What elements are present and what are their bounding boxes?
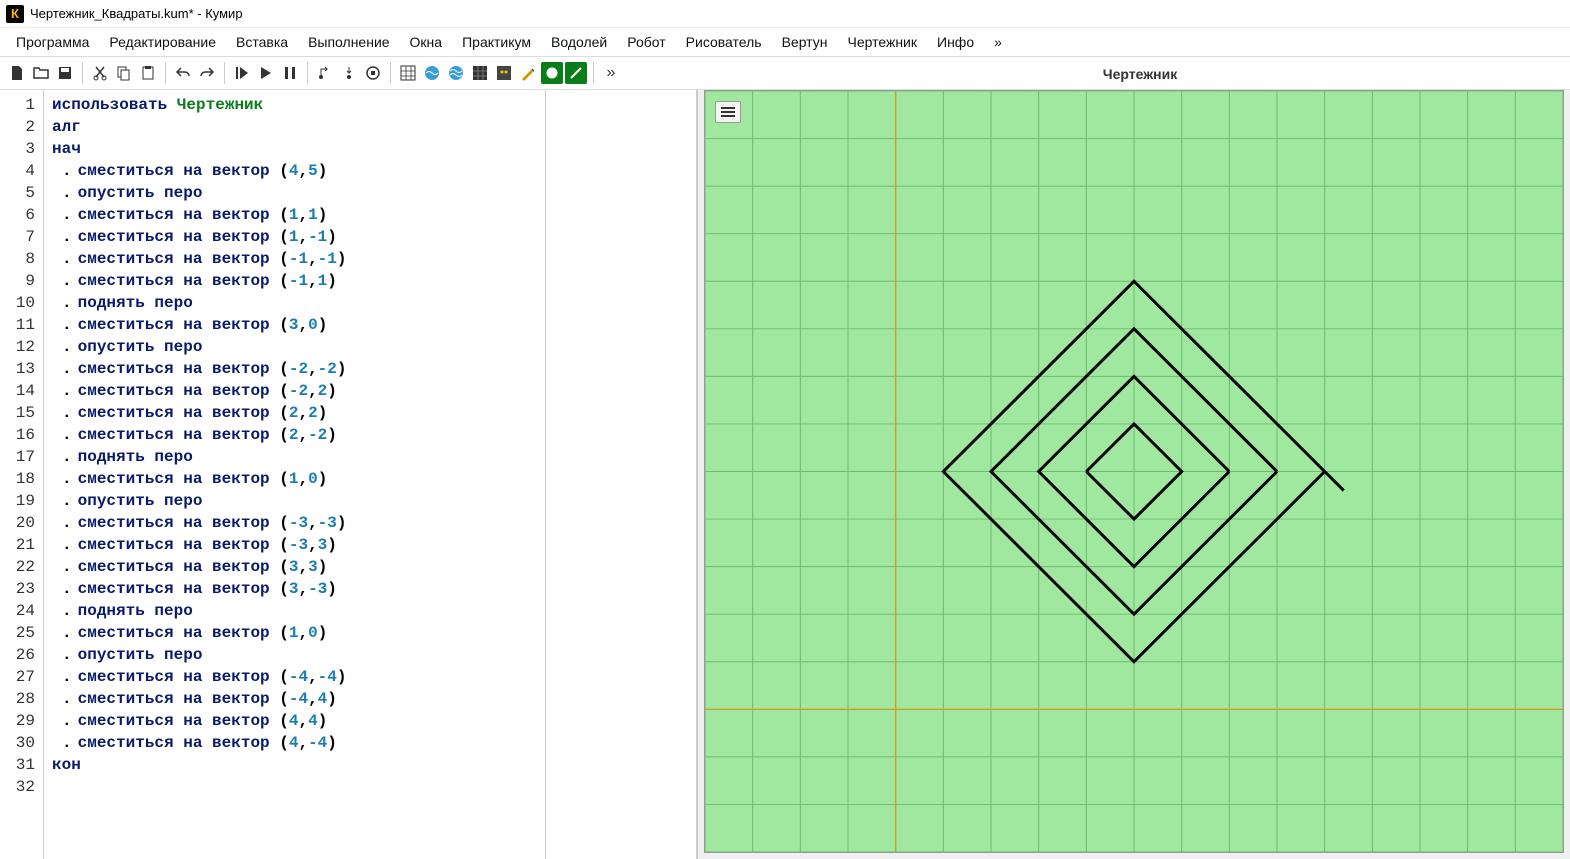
code-line[interactable]: .сместиться на вектор (4,-4) xyxy=(52,732,537,754)
code-line[interactable]: .сместиться на вектор (1,0) xyxy=(52,622,537,644)
menu-6[interactable]: Водолей xyxy=(543,31,615,53)
redo-icon[interactable] xyxy=(196,62,218,84)
menu-0[interactable]: Программа xyxy=(8,31,97,53)
play-icon[interactable] xyxy=(255,62,277,84)
copy-icon[interactable] xyxy=(113,62,135,84)
toolbar-overflow-icon[interactable]: » xyxy=(600,62,622,84)
actor-water2-icon[interactable] xyxy=(445,62,467,84)
menu-5[interactable]: Практикум xyxy=(454,31,539,53)
titlebar: К Чертежник_Квадраты.kum* - Кумир xyxy=(0,0,1570,28)
code-line[interactable]: .сместиться на вектор (-2,2) xyxy=(52,380,537,402)
menu-7[interactable]: Робот xyxy=(619,31,673,53)
actor-paint-icon[interactable] xyxy=(517,62,539,84)
save-file-icon[interactable] xyxy=(54,62,76,84)
code-line[interactable]: алг xyxy=(52,116,537,138)
menu-3[interactable]: Выполнение xyxy=(300,31,397,53)
actor-grid-icon[interactable] xyxy=(397,62,419,84)
code-line[interactable]: кон xyxy=(52,754,537,776)
actor-water-icon[interactable] xyxy=(421,62,443,84)
menu-12[interactable]: » xyxy=(986,31,1010,53)
code-line[interactable]: .сместиться на вектор (4,4) xyxy=(52,710,537,732)
menu-8[interactable]: Рисователь xyxy=(678,31,770,53)
code-line[interactable]: нач xyxy=(52,138,537,160)
code-line[interactable]: .сместиться на вектор (3,3) xyxy=(52,556,537,578)
code-line[interactable]: .поднять перо xyxy=(52,600,537,622)
code-line[interactable]: .опустить перо xyxy=(52,490,537,512)
menu-2[interactable]: Вставка xyxy=(228,31,296,53)
code-line[interactable]: .сместиться на вектор (-4,-4) xyxy=(52,666,537,688)
titlebar-text: Чертежник_Квадраты.kum* - Кумир xyxy=(30,6,243,21)
code-line[interactable]: .сместиться на вектор (2,-2) xyxy=(52,424,537,446)
code-line[interactable] xyxy=(52,776,537,798)
menu-10[interactable]: Чертежник xyxy=(839,31,925,53)
menu-4[interactable]: Окна xyxy=(402,31,451,53)
code-line[interactable]: .опустить перо xyxy=(52,182,537,204)
actor-turtle-icon[interactable] xyxy=(541,62,563,84)
actor-robot-icon[interactable] xyxy=(493,62,515,84)
app-icon: К xyxy=(6,5,24,23)
undo-icon[interactable] xyxy=(172,62,194,84)
pause-icon[interactable] xyxy=(279,62,301,84)
code-line[interactable]: .сместиться на вектор (-2,-2) xyxy=(52,358,537,380)
run-icon[interactable] xyxy=(231,62,253,84)
drawer-menu-button[interactable] xyxy=(715,101,741,123)
actor-drawer-icon[interactable] xyxy=(565,62,587,84)
code-line[interactable]: использовать Чертежник xyxy=(52,94,537,116)
open-file-icon[interactable] xyxy=(30,62,52,84)
code-line[interactable]: .сместиться на вектор (-4,4) xyxy=(52,688,537,710)
menu-1[interactable]: Редактирование xyxy=(101,31,224,53)
code-area[interactable]: использовать Чертежникалгнач.сместиться … xyxy=(44,90,546,859)
code-line[interactable]: .сместиться на вектор (3,0) xyxy=(52,314,537,336)
drawer-pane xyxy=(698,90,1570,859)
cut-icon[interactable] xyxy=(89,62,111,84)
menubar: ПрограммаРедактированиеВставкаВыполнение… xyxy=(0,28,1570,56)
code-line[interactable]: .сместиться на вектор (-1,-1) xyxy=(52,248,537,270)
menu-11[interactable]: Инфо xyxy=(929,31,982,53)
code-line[interactable]: .сместиться на вектор (1,0) xyxy=(52,468,537,490)
line-gutter: 1234567891011121314151617181920212223242… xyxy=(0,90,44,859)
code-line[interactable]: .поднять перо xyxy=(52,446,537,468)
code-editor[interactable]: 1234567891011121314151617181920212223242… xyxy=(0,90,698,859)
code-line[interactable]: .сместиться на вектор (1,-1) xyxy=(52,226,537,248)
new-file-icon[interactable] xyxy=(6,62,28,84)
code-line[interactable]: .поднять перо xyxy=(52,292,537,314)
code-line[interactable]: .сместиться на вектор (2,2) xyxy=(52,402,537,424)
actor-grid2-icon[interactable] xyxy=(469,62,491,84)
code-line[interactable]: .опустить перо xyxy=(52,336,537,358)
toolbar: » Чертежник xyxy=(0,56,1570,90)
stop-icon[interactable] xyxy=(362,62,384,84)
code-line[interactable]: .сместиться на вектор (-1,1) xyxy=(52,270,537,292)
editor-margin xyxy=(546,90,696,859)
paste-icon[interactable] xyxy=(137,62,159,84)
drawer-canvas[interactable] xyxy=(704,90,1564,853)
drawer-panel-title: Чертежник xyxy=(710,57,1570,91)
code-line[interactable]: .сместиться на вектор (-3,-3) xyxy=(52,512,537,534)
code-line[interactable]: .сместиться на вектор (3,-3) xyxy=(52,578,537,600)
step-over-icon[interactable] xyxy=(314,62,336,84)
code-line[interactable]: .сместиться на вектор (-3,3) xyxy=(52,534,537,556)
menu-9[interactable]: Вертун xyxy=(774,31,836,53)
step-into-icon[interactable] xyxy=(338,62,360,84)
code-line[interactable]: .сместиться на вектор (4,5) xyxy=(52,160,537,182)
code-line[interactable]: .сместиться на вектор (1,1) xyxy=(52,204,537,226)
code-line[interactable]: .опустить перо xyxy=(52,644,537,666)
